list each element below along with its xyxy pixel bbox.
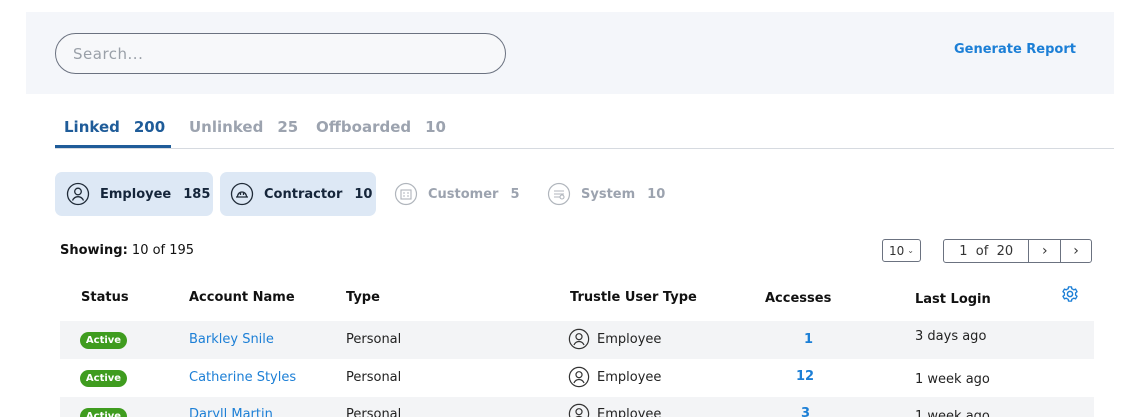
tab-label: Offboarded [316,118,412,136]
status-badge: Active [80,332,127,349]
chevron-down-icon: ⌄ [907,246,914,255]
pagination: 1 of 20 › › [943,239,1092,263]
status-badge: Active [80,408,127,417]
filter-count: 10 [354,186,373,202]
showing-value: 10 of 195 [131,243,195,258]
column-header-last-login[interactable]: Last Login [915,292,991,307]
last-login: 1 week ago [915,409,990,417]
person-icon [568,366,590,388]
table-row[interactable]: Active Daryll Martin Personal Employee 3… [60,397,1094,417]
filter-count: 185 [183,186,211,202]
tab-count: 25 [277,118,299,136]
accesses-link[interactable]: 3 [801,406,810,417]
system-icon [547,182,571,206]
account-name-link[interactable]: Daryll Martin [189,407,273,417]
column-header-user-type[interactable]: Trustle User Type [570,290,697,305]
tab-label: Linked [64,118,120,136]
top-bar: Generate Report [26,12,1114,94]
account-name-link[interactable]: Barkley Snile [189,332,274,347]
filter-count: 5 [510,186,520,202]
filter-employee[interactable]: Employee 185 [55,172,213,216]
column-header-type[interactable]: Type [346,290,380,305]
account-tabs: Linked 200 Unlinked 25 Offboarded 10 [55,107,1114,149]
per-page-value: 10 [889,243,905,258]
user-type: Employee [568,366,661,388]
active-tab-indicator [55,145,171,148]
showing-label: Showing: [60,243,128,258]
account-type: Personal [346,332,402,347]
person-icon [66,182,90,206]
generate-report-link[interactable]: Generate Report [954,42,1076,57]
user-type: Employee [568,328,661,350]
last-login: 1 week ago [915,372,990,387]
filter-system[interactable]: System 10 [547,172,677,216]
next-page-button[interactable]: › [1060,240,1091,262]
filter-label: System [581,186,636,202]
user-type: Employee [568,403,661,417]
last-login: 3 days ago [915,329,987,344]
account-name-link[interactable]: Catherine Styles [189,370,296,385]
tab-unlinked[interactable]: Unlinked 25 [189,118,298,136]
showing-summary: Showing: 10 of 195 [60,243,194,258]
user-type-label: Employee [597,331,662,347]
filter-count: 10 [647,186,666,202]
search-box[interactable] [55,33,506,74]
accesses-link[interactable]: 12 [796,369,814,384]
table-row[interactable]: Active Barkley Snile Personal Employee 1… [60,321,1094,359]
column-header-accesses[interactable]: Accesses [765,291,831,306]
user-type-label: Employee [597,369,662,385]
person-icon [568,328,590,350]
filter-label: Employee [100,186,172,202]
filter-label: Contractor [264,186,343,202]
filter-customer[interactable]: Customer 5 [394,172,524,216]
search-input[interactable] [56,34,505,73]
tab-count: 200 [133,118,166,136]
person-icon [568,403,590,417]
account-type: Personal [346,370,402,385]
accesses-link[interactable]: 1 [804,332,813,347]
tab-label: Unlinked [189,118,264,136]
tab-count: 10 [425,118,446,136]
status-badge: Active [80,370,127,387]
building-icon [394,182,418,206]
prev-page-button[interactable]: › [1029,240,1060,262]
column-header-status[interactable]: Status [81,290,129,305]
account-type: Personal [346,407,402,417]
page-indicator: 1 of 20 [944,240,1030,262]
per-page-select[interactable]: 10 ⌄ [882,239,921,262]
tab-offboarded[interactable]: Offboarded 10 [316,118,446,136]
filter-contractor[interactable]: Contractor 10 [220,172,376,216]
gear-icon[interactable] [1061,285,1079,303]
filter-label: Customer [428,186,499,202]
column-header-account-name[interactable]: Account Name [189,290,295,305]
tab-linked[interactable]: Linked 200 [64,118,165,136]
hard-hat-icon [230,182,254,206]
table-row[interactable]: Active Catherine Styles Personal Employe… [60,359,1094,397]
user-type-label: Employee [597,406,662,417]
